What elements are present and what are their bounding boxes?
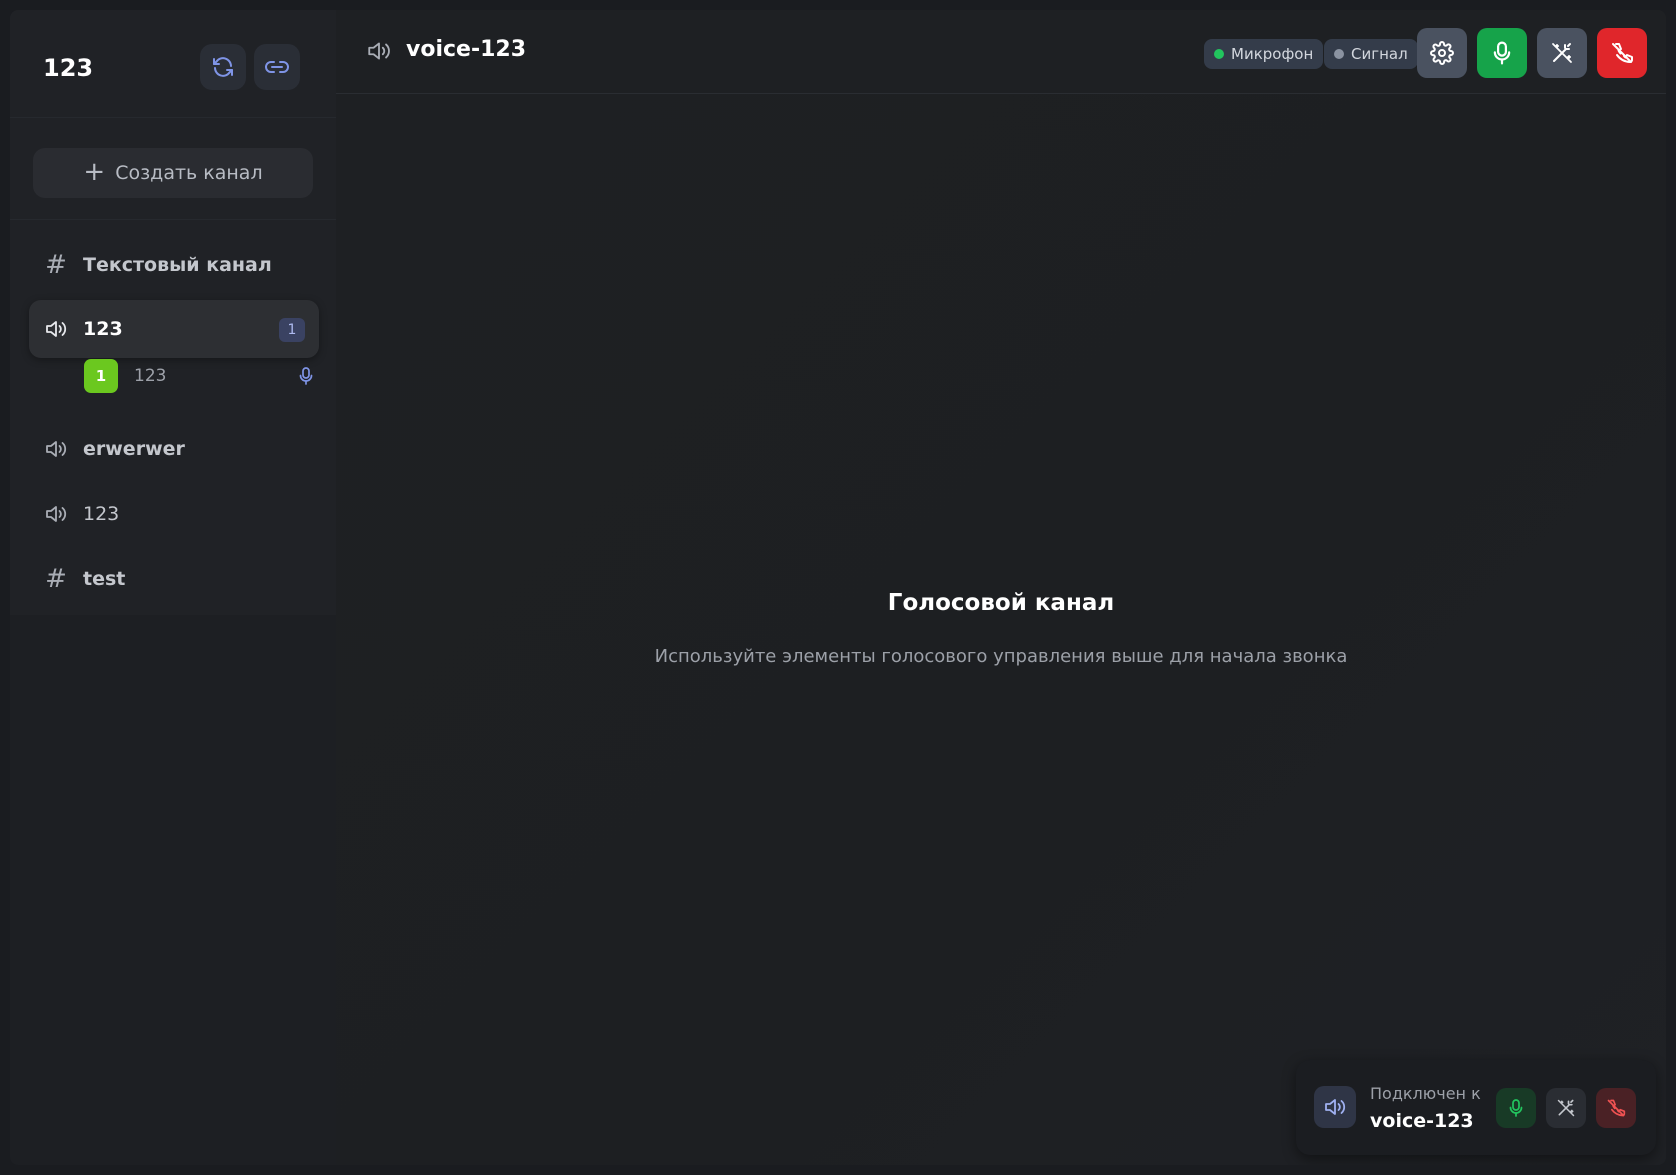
hash-icon: # bbox=[45, 250, 67, 280]
page-title: voice-123 bbox=[406, 37, 527, 62]
invite-link-button[interactable] bbox=[254, 44, 300, 90]
connection-label: Подключен к bbox=[1370, 1084, 1481, 1103]
channel-item-voice-erwerwer[interactable]: erwerwer bbox=[29, 420, 319, 478]
connection-channel: voice-123 bbox=[1370, 1110, 1474, 1132]
mic-icon bbox=[1508, 1098, 1524, 1118]
status-dot bbox=[1334, 49, 1344, 59]
channel-label: erwerwer bbox=[83, 438, 185, 460]
channel-label: 123 bbox=[83, 318, 123, 340]
speaker-icon bbox=[43, 501, 69, 527]
mic-status-label: Микрофон bbox=[1231, 45, 1314, 63]
noise-suppression-button[interactable] bbox=[1537, 28, 1587, 78]
signal-status-label: Сигнал bbox=[1351, 45, 1408, 63]
wand-icon bbox=[1556, 1098, 1576, 1118]
member-count-badge: 1 bbox=[279, 318, 305, 342]
channel-label: test bbox=[83, 568, 126, 590]
create-channel-label: Создать канал bbox=[115, 162, 263, 184]
channel-item-text-channel[interactable]: # Текстовый канал bbox=[29, 236, 319, 294]
create-channel-button[interactable]: + Создать канал bbox=[33, 148, 313, 198]
server-header: 123 bbox=[10, 10, 336, 118]
channel-topbar: voice-123 Микрофон Сигнал bbox=[336, 10, 1666, 94]
speaker-icon bbox=[366, 40, 392, 62]
plus-icon: + bbox=[83, 156, 106, 187]
hash-icon: # bbox=[45, 564, 67, 594]
hangup-button[interactable] bbox=[1597, 28, 1647, 78]
app-window: 123 + Создать канал # Текстовый канал 12… bbox=[10, 10, 1666, 1165]
avatar: 1 bbox=[84, 359, 118, 393]
mic-icon bbox=[1491, 40, 1513, 66]
voice-member-item[interactable]: 1 123 bbox=[84, 358, 314, 394]
speaker-icon bbox=[43, 316, 69, 342]
sidebar: 123 + Создать канал # Текстовый канал 12… bbox=[10, 10, 336, 1165]
channel-label: Текстовый канал bbox=[83, 254, 272, 276]
speaker-icon bbox=[1314, 1086, 1356, 1128]
mic-toggle-button[interactable] bbox=[1477, 28, 1527, 78]
channel-item-voice-123-second[interactable]: 123 bbox=[29, 485, 319, 543]
refresh-button[interactable] bbox=[200, 44, 246, 90]
settings-button[interactable] bbox=[1417, 28, 1467, 78]
refresh-icon bbox=[211, 55, 235, 79]
settings-icon bbox=[1430, 41, 1454, 65]
server-name: 123 bbox=[43, 54, 94, 82]
mic-icon bbox=[298, 366, 314, 386]
panel-hangup-button[interactable] bbox=[1596, 1088, 1636, 1128]
panel-mic-button[interactable] bbox=[1496, 1088, 1536, 1128]
wand-icon bbox=[1550, 41, 1574, 65]
hangup-icon bbox=[1610, 41, 1634, 65]
channel-label: 123 bbox=[83, 503, 120, 525]
create-channel-section: + Создать канал bbox=[10, 118, 336, 220]
member-name: 123 bbox=[134, 366, 167, 386]
signal-status-badge: Сигнал bbox=[1324, 39, 1418, 69]
voice-connection-panel: Подключен к voice-123 bbox=[1296, 1060, 1656, 1155]
link-icon bbox=[264, 55, 290, 79]
status-dot bbox=[1214, 49, 1224, 59]
channel-item-voice-123[interactable]: 123 1 bbox=[29, 300, 319, 358]
empty-state-subtitle: Используйте элементы голосового управлен… bbox=[654, 646, 1348, 667]
speaker-icon bbox=[43, 436, 69, 462]
mic-status-badge: Микрофон bbox=[1204, 39, 1324, 69]
channel-item-text-test[interactable]: # test bbox=[29, 550, 319, 608]
hangup-icon bbox=[1606, 1098, 1626, 1118]
panel-noise-button[interactable] bbox=[1546, 1088, 1586, 1128]
empty-state-title: Голосовой канал bbox=[887, 590, 1115, 616]
main-area: voice-123 Микрофон Сигнал Голосовой кана… bbox=[336, 10, 1666, 1165]
